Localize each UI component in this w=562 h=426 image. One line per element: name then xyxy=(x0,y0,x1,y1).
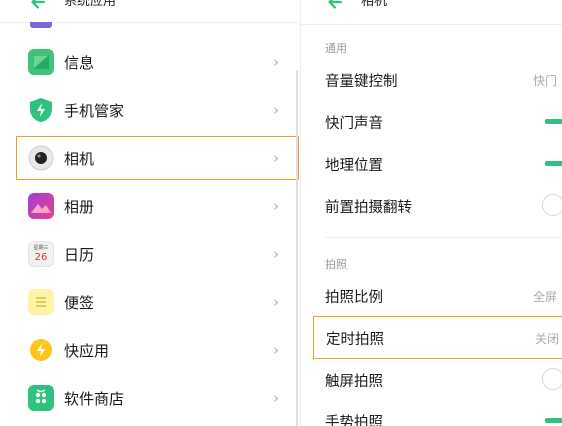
app-row-camera[interactable]: 相机 › xyxy=(16,136,299,180)
toggle-switch-on[interactable] xyxy=(545,119,562,124)
partial-app-icon xyxy=(30,22,52,28)
page-title: 系统应用 xyxy=(64,0,117,9)
toggle-switch-on[interactable] xyxy=(545,161,562,166)
app-label: 日历 xyxy=(64,246,95,264)
scrollbar[interactable] xyxy=(296,70,298,426)
toggle-switch-on[interactable] xyxy=(545,418,562,423)
back-arrow-icon[interactable] xyxy=(325,0,345,12)
toggle-switch-off[interactable] xyxy=(542,194,562,216)
message-icon xyxy=(28,49,54,75)
setting-gesture-shoot[interactable]: 手势拍照 xyxy=(301,400,562,426)
app-row-quick-app[interactable]: 快应用 › xyxy=(16,328,299,372)
divider xyxy=(301,24,562,25)
setting-front-mirror[interactable]: 前置拍摄翻转 xyxy=(301,185,562,225)
setting-label: 手势拍照 xyxy=(325,415,383,426)
setting-location[interactable]: 地理位置 xyxy=(301,143,562,183)
app-label: 手机管家 xyxy=(64,102,125,120)
setting-value: 关闭 xyxy=(534,332,559,346)
app-label: 快应用 xyxy=(64,342,110,360)
notes-icon xyxy=(28,289,54,315)
setting-value: 快门 xyxy=(532,74,557,88)
setting-shutter-sound[interactable]: 快门声音 xyxy=(301,101,562,141)
chevron-right-icon: › xyxy=(273,245,279,263)
setting-label: 拍照比例 xyxy=(325,290,383,306)
setting-photo-ratio[interactable]: 拍照比例 全屏 xyxy=(301,275,562,315)
setting-label: 定时拍照 xyxy=(326,332,384,348)
chevron-right-icon: › xyxy=(273,53,279,71)
app-label: 相机 xyxy=(64,150,95,168)
setting-label: 触屏拍照 xyxy=(325,374,383,390)
chevron-right-icon: › xyxy=(273,389,279,407)
calendar-day-number: 26 xyxy=(34,252,48,263)
app-label: 信息 xyxy=(64,54,95,72)
chevron-right-icon: › xyxy=(273,101,279,119)
system-apps-panel: 系统应用 信息 › 手机管家 › 相机 › 相册 › 星期三 26 日历 › 便… xyxy=(0,0,300,426)
divider xyxy=(325,237,562,238)
setting-volume-key-control[interactable]: 音量键控制 快门 xyxy=(301,59,562,99)
right-top-bar: 相机 xyxy=(301,0,562,16)
app-row-messages[interactable]: 信息 › xyxy=(16,40,299,84)
app-row-app-store[interactable]: 软件商店 › xyxy=(16,376,299,420)
app-label: 便签 xyxy=(64,294,95,312)
setting-timer[interactable]: 定时拍照 关闭 xyxy=(313,316,562,359)
chevron-right-icon: › xyxy=(273,341,279,359)
section-header-photo: 拍照 xyxy=(325,258,347,271)
setting-touch-shoot[interactable]: 触屏拍照 xyxy=(301,359,562,399)
shield-icon xyxy=(28,97,54,123)
app-label: 相册 xyxy=(64,198,95,216)
back-arrow-icon[interactable] xyxy=(28,0,48,12)
calendar-icon: 星期三 26 xyxy=(28,241,54,267)
page-title: 相机 xyxy=(361,0,388,9)
camera-settings-panel: 相机 通用 音量键控制 快门 快门声音 地理位置 前置拍摄翻转 拍照 拍照比例 … xyxy=(300,0,562,426)
photos-icon xyxy=(28,193,54,219)
chevron-right-icon: › xyxy=(273,149,279,167)
toggle-switch-off[interactable] xyxy=(542,368,562,390)
chevron-right-icon: › xyxy=(273,197,279,215)
section-header-general: 通用 xyxy=(325,42,347,55)
setting-label: 音量键控制 xyxy=(325,74,398,90)
app-store-icon xyxy=(28,385,54,411)
app-row-photos[interactable]: 相册 › xyxy=(16,184,299,228)
setting-value: 全屏 xyxy=(532,290,557,304)
app-row-phone-manager[interactable]: 手机管家 › xyxy=(16,88,299,132)
setting-label: 地理位置 xyxy=(325,158,383,174)
calendar-weekday: 星期三 xyxy=(33,245,49,251)
quick-app-icon xyxy=(28,337,54,363)
setting-label: 快门声音 xyxy=(325,116,383,132)
chevron-right-icon: › xyxy=(273,293,279,311)
app-row-calendar[interactable]: 星期三 26 日历 › xyxy=(16,232,299,276)
camera-icon xyxy=(28,145,54,171)
app-row-notes[interactable]: 便签 › xyxy=(16,280,299,324)
left-top-bar: 系统应用 xyxy=(0,0,300,16)
setting-label: 前置拍摄翻转 xyxy=(325,200,412,216)
app-label: 软件商店 xyxy=(64,390,125,408)
